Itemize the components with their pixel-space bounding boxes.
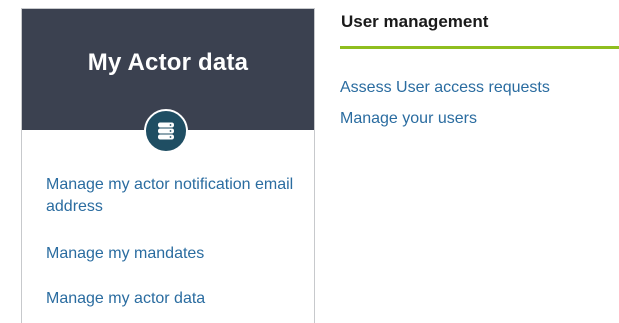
database-icon-glyph xyxy=(158,122,174,140)
actor-link-item: Manage my actor notification email addre… xyxy=(46,174,312,243)
manage-actor-data-link[interactable]: Manage my actor data xyxy=(46,288,312,310)
actor-links-list: Manage my actor notification email addre… xyxy=(46,174,312,310)
actor-card-title: My Actor data xyxy=(87,49,249,76)
page: My Actor data Manage my actor notificati… xyxy=(0,0,619,323)
user-management-title: User management xyxy=(341,12,489,31)
assess-user-access-requests-link[interactable]: Assess User access requests xyxy=(340,77,619,99)
actor-link-item: Manage my actor data xyxy=(46,288,312,310)
manage-mandates-link[interactable]: Manage my mandates xyxy=(46,243,312,265)
manage-your-users-link[interactable]: Manage your users xyxy=(340,108,619,130)
actor-data-card: My Actor data Manage my actor notificati… xyxy=(21,8,315,323)
user-links-list: Assess User access requests Manage your … xyxy=(340,77,619,139)
database-icon xyxy=(144,109,188,153)
section-divider xyxy=(340,46,619,49)
user-link-item: Assess User access requests xyxy=(340,77,619,108)
manage-notification-email-link[interactable]: Manage my actor notification email addre… xyxy=(46,174,312,218)
user-link-item: Manage your users xyxy=(340,108,619,139)
actor-link-item: Manage my mandates xyxy=(46,243,312,288)
